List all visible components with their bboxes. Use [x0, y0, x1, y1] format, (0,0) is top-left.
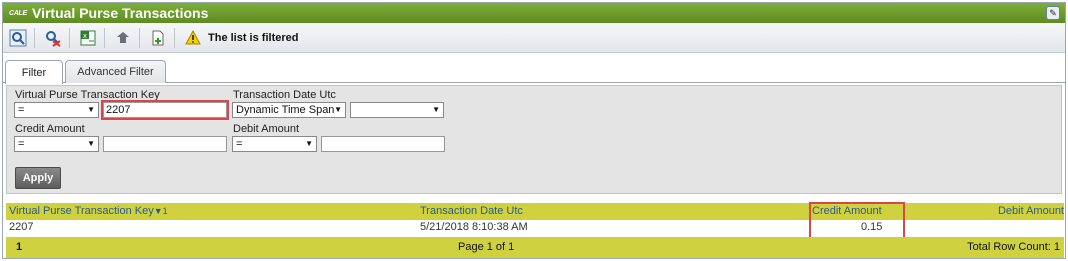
cell-vpt-key: 2207: [9, 221, 34, 233]
transaction-date-mode-select[interactable]: Dynamic Time Span ▼: [232, 102, 346, 118]
transaction-date-mode-value: Dynamic Time Span: [236, 104, 335, 116]
credit-amount-label: Credit Amount: [15, 123, 85, 135]
title-bar: CALE Virtual Purse Transactions ✎: [3, 3, 1065, 23]
table-row[interactable]: 2207 5/21/2018 8:10:38 AM 0.15: [6, 220, 1064, 236]
credit-amount-input[interactable]: [103, 136, 227, 152]
filter-tabs: Filter Advanced Filter: [3, 58, 1065, 84]
tab-advanced-filter[interactable]: Advanced Filter: [65, 60, 166, 83]
grid-footer: 1 Page 1 of 1 Total Row Count: 1: [6, 237, 1064, 258]
pin-icon[interactable]: ✎: [1046, 6, 1060, 20]
vpt-key-operator-value: =: [18, 104, 25, 116]
chevron-down-icon: ▼: [87, 139, 95, 148]
credit-amount-operator-select[interactable]: = ▼: [14, 136, 99, 152]
chevron-down-icon: ▼: [334, 105, 342, 114]
main-window: CALE Virtual Purse Transactions ✎ x The …: [2, 2, 1066, 259]
app-logo: CALE: [9, 9, 27, 17]
actions-icon[interactable]: [112, 27, 134, 49]
toolbar-divider: [174, 28, 175, 48]
debit-amount-operator-value: =: [236, 138, 243, 150]
warning-icon: [182, 27, 204, 49]
toolbar-divider: [34, 28, 35, 48]
toolbar: x The list is filtered: [3, 24, 1065, 53]
transaction-date-label: Transaction Date Utc: [233, 89, 336, 101]
credit-amount-operator-value: =: [18, 138, 25, 150]
export-excel-icon[interactable]: x: [77, 27, 99, 49]
chevron-down-icon: ▼: [87, 105, 95, 114]
sort-descending-icon: ▼1: [153, 206, 168, 216]
toolbar-divider: [139, 28, 140, 48]
debit-amount-input[interactable]: [321, 136, 445, 152]
apply-button[interactable]: Apply: [15, 167, 61, 189]
filter-status-text: The list is filtered: [208, 32, 299, 44]
debit-amount-label: Debit Amount: [233, 123, 300, 135]
tab-filter[interactable]: Filter: [5, 60, 63, 84]
page-title: Virtual Purse Transactions: [32, 5, 209, 21]
toolbar-divider: [69, 28, 70, 48]
debit-amount-operator-select[interactable]: = ▼: [232, 136, 317, 152]
clear-filter-icon[interactable]: [42, 27, 64, 49]
column-header-transaction-date[interactable]: Transaction Date Utc: [420, 205, 523, 217]
chevron-down-icon: ▼: [305, 139, 313, 148]
vpt-key-operator-select[interactable]: = ▼: [14, 102, 99, 118]
page-number-button[interactable]: 1: [16, 241, 22, 253]
highlight-box: [101, 100, 229, 120]
grid-header: Virtual Purse Transaction Key▼1 Transact…: [6, 203, 1064, 220]
page-info: Page 1 of 1: [458, 241, 515, 253]
chevron-down-icon: ▼: [432, 105, 440, 114]
cell-transaction-date: 5/21/2018 8:10:38 AM: [420, 221, 528, 233]
transaction-date-value-select[interactable]: ▼: [350, 102, 444, 118]
filter-panel: Virtual Purse Transaction Key = ▼ 2207 T…: [6, 85, 1062, 194]
svg-text:x: x: [83, 32, 87, 40]
column-header-debit-amount[interactable]: Debit Amount: [998, 205, 1064, 217]
column-header-vpt-key-label: Virtual Purse Transaction Key: [9, 205, 154, 217]
total-row-count: Total Row Count: 1: [967, 241, 1060, 253]
column-header-vpt-key[interactable]: Virtual Purse Transaction Key▼1: [9, 205, 168, 217]
new-document-icon[interactable]: [147, 27, 169, 49]
search-icon[interactable]: [7, 27, 29, 49]
toolbar-divider: [104, 28, 105, 48]
